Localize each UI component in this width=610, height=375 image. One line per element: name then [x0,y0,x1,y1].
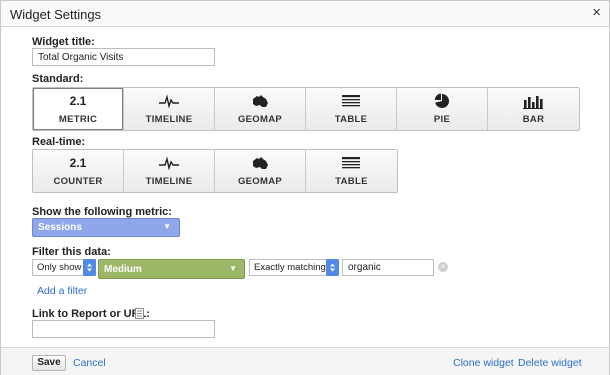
realtime-tile-timeline[interactable]: TIMELINE [124,150,215,192]
tile-label: TABLE [334,114,368,125]
cancel-link[interactable]: Cancel [73,357,106,369]
geomap-icon [215,155,305,171]
tile-label: BAR [522,114,545,125]
tile-label: COUNTER [53,176,103,187]
tile-label: TABLE [335,176,368,187]
table-icon [306,155,397,171]
dialog-title: Widget Settings [10,7,102,22]
filter-match-select[interactable]: Exactly matching [249,259,339,276]
add-filter-link[interactable]: Add a filter [37,285,87,297]
link-label: Link to Report or URL: [32,308,150,320]
link-url-input[interactable] [32,320,215,338]
metric-select-value: Sessions [38,222,82,233]
tile-label: TIMELINE [145,176,193,187]
standard-tile-timeline[interactable]: TIMELINE [124,88,215,130]
metric-label: Show the following metric: [32,206,172,218]
standard-tile-pie[interactable]: PIE [397,88,488,130]
timeline-icon [124,93,214,109]
tile-label: TIMELINE [145,114,193,125]
chevron-down-icon: ▼ [163,222,171,231]
standard-widget-types: 2.1 METRIC TIMELINE GEOMAP TABLE PIE BAR [32,87,580,131]
metric-select[interactable]: Sessions ▼ [32,218,180,237]
filter-dimension-value: Medium [104,264,142,275]
table-icon [306,93,396,109]
tile-label: PIE [433,114,451,125]
updown-arrows-icon [83,259,96,276]
filter-mode-value: Only show [37,262,82,273]
chevron-down-icon: ▼ [229,264,237,273]
tile-label: GEOMAP [237,176,283,187]
pie-icon [397,93,487,109]
filter-match-value: Exactly matching [254,262,326,273]
dialog-titlebar: Widget Settings × [1,1,609,27]
bar-icon [488,93,579,109]
standard-label: Standard: [32,73,84,85]
dialog-footer: Save Cancel Clone widget Delete widget [1,347,609,375]
save-button[interactable]: Save [32,355,66,371]
filter-value-input[interactable] [342,259,434,276]
tile-label: GEOMAP [237,114,283,125]
clear-filter-icon[interactable]: × [438,262,448,272]
clone-widget-link[interactable]: Clone widget [453,357,514,369]
counter-icon: 2.1 [69,156,87,170]
standard-tile-table[interactable]: TABLE [306,88,397,130]
standard-tile-bar[interactable]: BAR [488,88,579,130]
updown-arrows-icon [326,259,339,276]
timeline-icon [124,155,214,171]
filter-mode-select[interactable]: Only show [32,259,96,276]
widget-settings-dialog: Widget Settings × Widget title: Standard… [0,0,610,375]
realtime-tile-counter[interactable]: 2.1 COUNTER [33,150,124,192]
geomap-icon [215,93,305,109]
metric-icon: 2.1 [69,94,87,108]
tile-label: METRIC [58,114,98,125]
widget-title-input[interactable] [32,48,215,66]
realtime-label: Real-time: [32,136,86,148]
realtime-tile-geomap[interactable]: GEOMAP [215,150,306,192]
filter-dimension-select[interactable]: Medium ▼ [98,259,245,279]
realtime-widget-types: 2.1 COUNTER TIMELINE GEOMAP TABLE [32,149,398,193]
widget-title-label: Widget title: [32,36,95,48]
standard-tile-geomap[interactable]: GEOMAP [215,88,306,130]
close-icon[interactable]: × [592,5,601,21]
standard-tile-metric[interactable]: 2.1 METRIC [33,88,124,130]
realtime-tile-table[interactable]: TABLE [306,150,397,192]
delete-widget-link[interactable]: Delete widget [518,357,582,369]
filter-label: Filter this data: [32,246,111,258]
